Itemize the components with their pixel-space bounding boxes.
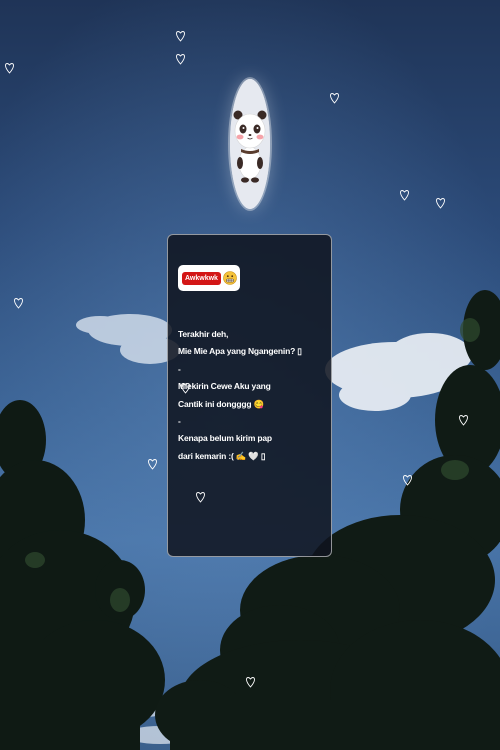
floating-heart-icon [246, 676, 255, 688]
message-line: Cantik ini dongggg 😋 [178, 398, 264, 409]
floating-heart-icon [196, 491, 205, 503]
panda-bear-icon [230, 79, 270, 209]
floating-heart-icon [436, 197, 445, 209]
floating-heart-icon [330, 92, 339, 104]
message-line: - [178, 415, 181, 426]
message-line: - [178, 363, 181, 374]
message-text: Terakhir deh, Mie Mie Apa yang Ngangenin… [178, 326, 328, 465]
message-line: Kenapa belum kirim pap [178, 433, 272, 444]
message-card: Awkwkwk Terakhir deh, Mie Mie Apa yang N… [167, 234, 332, 557]
message-line: Terakhir deh, [178, 329, 229, 339]
message-line: Mie Mie Apa yang Ngangenin? ▯ [178, 346, 302, 357]
floating-heart-icon [176, 30, 185, 42]
message-line: Miekirin Cewe Aku yang [178, 381, 271, 392]
status-badge: Awkwkwk [178, 265, 240, 291]
floating-heart-icon [148, 458, 157, 470]
floating-heart-icon [400, 189, 409, 201]
message-line: dari kemarin :( ✍️ 🤍 ▯ [178, 450, 266, 461]
floating-heart-icon [459, 414, 468, 426]
badge-label: Awkwkwk [182, 271, 221, 285]
floating-heart-icon [14, 297, 23, 309]
floating-heart-icon [403, 474, 412, 486]
profile-avatar[interactable] [230, 79, 270, 209]
floating-heart-icon [5, 62, 14, 74]
grimacing-face-icon [223, 271, 237, 285]
floating-heart-icon [176, 53, 185, 65]
floating-heart-icon [181, 382, 190, 394]
